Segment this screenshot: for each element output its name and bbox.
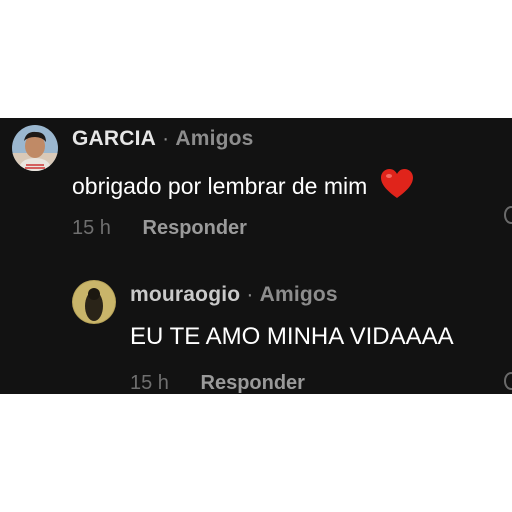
comment-text: obrigado por lembrar de mim [72, 168, 414, 200]
user-avatar-image [12, 125, 58, 171]
comment-meta: 15 h Responder [72, 217, 247, 240]
comment-text-content: obrigado por lembrar de mim [72, 173, 368, 199]
username[interactable]: GARCIA [72, 127, 156, 150]
comments-panel: GARCIA · Amigos obrigado por lembrar de … [0, 118, 512, 394]
like-icon[interactable] [504, 372, 512, 390]
timestamp: 15 h [72, 217, 111, 239]
reply-button[interactable]: Responder [201, 372, 305, 394]
relation-label: Amigos [259, 283, 338, 306]
timestamp: 15 h [130, 372, 169, 394]
comment-text: EU TE AMO MINHA VIDAAAA [130, 323, 454, 351]
comment-header: mouraogio · Amigos [130, 283, 338, 307]
username[interactable]: mouraogio [130, 283, 240, 306]
user-avatar-image [72, 280, 116, 324]
comment-meta: 15 h Responder [130, 372, 305, 394]
avatar[interactable] [12, 125, 58, 171]
like-icon[interactable] [504, 206, 512, 224]
red-heart-icon [380, 168, 414, 200]
separator-dot: · [162, 127, 170, 150]
reply-button[interactable]: Responder [143, 217, 247, 239]
comment-header: GARCIA · Amigos [72, 127, 254, 151]
avatar[interactable] [72, 280, 116, 324]
separator-dot: · [246, 283, 254, 306]
relation-label: Amigos [175, 127, 254, 150]
comment-text-content: EU TE AMO MINHA VIDAAAA [130, 323, 454, 350]
